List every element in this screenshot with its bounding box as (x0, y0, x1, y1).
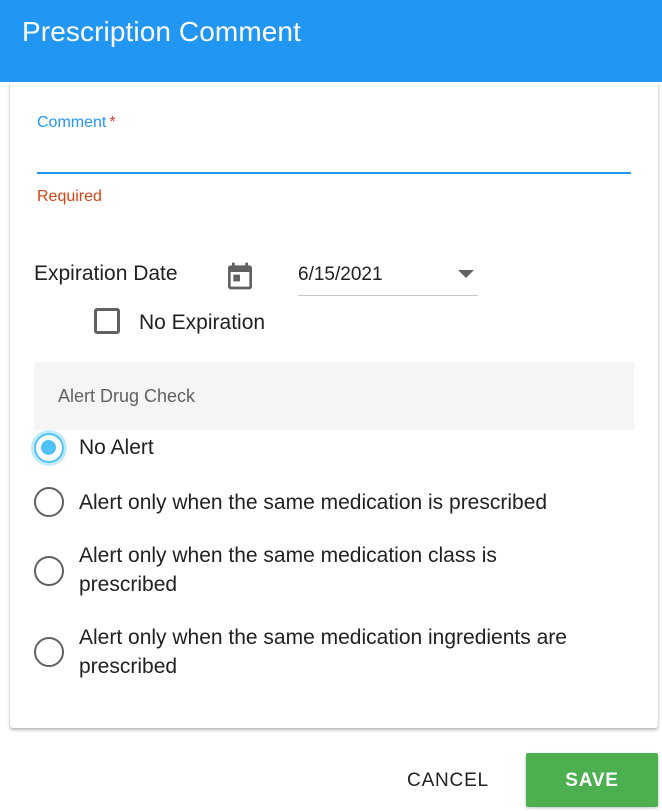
calendar-icon[interactable] (224, 260, 256, 292)
no-expiration-label[interactable]: No Expiration (139, 311, 265, 335)
expiration-date-label: Expiration Date (34, 262, 178, 285)
radio-label-no-alert[interactable]: No Alert (79, 433, 639, 462)
no-expiration-checkbox[interactable] (94, 308, 120, 334)
expiration-date-select[interactable]: 6/15/2021 (298, 258, 478, 296)
alert-drug-check-header: Alert Drug Check (34, 362, 634, 430)
dialog-header: Prescription Comment (0, 0, 662, 82)
radio-label-same-medication-ingredients[interactable]: Alert only when the same medication ingr… (79, 623, 619, 681)
radio-same-medication-ingredients[interactable] (34, 637, 64, 667)
dialog-title: Prescription Comment (22, 16, 301, 47)
expiration-date-value: 6/15/2021 (298, 264, 383, 285)
comment-input[interactable] (37, 134, 631, 174)
comment-label: Comment * (37, 114, 116, 132)
radio-no-alert[interactable] (34, 433, 64, 463)
save-button[interactable]: SAVE (526, 753, 658, 807)
radio-same-medication[interactable] (34, 487, 64, 517)
caret-down-icon[interactable] (458, 270, 474, 278)
radio-same-medication-class[interactable] (34, 556, 64, 586)
required-marker: * (109, 114, 116, 131)
comment-label-text: Comment (37, 114, 107, 131)
radio-label-same-medication-class[interactable]: Alert only when the same medication clas… (79, 541, 579, 599)
comment-error-text: Required (37, 188, 102, 205)
radio-label-same-medication[interactable]: Alert only when the same medication is p… (79, 488, 639, 517)
cancel-button[interactable]: CANCEL (389, 753, 507, 807)
dialog-card: Comment * Required Expiration Date 6/15/2… (10, 82, 658, 728)
alert-drug-check-title: Alert Drug Check (58, 386, 196, 406)
